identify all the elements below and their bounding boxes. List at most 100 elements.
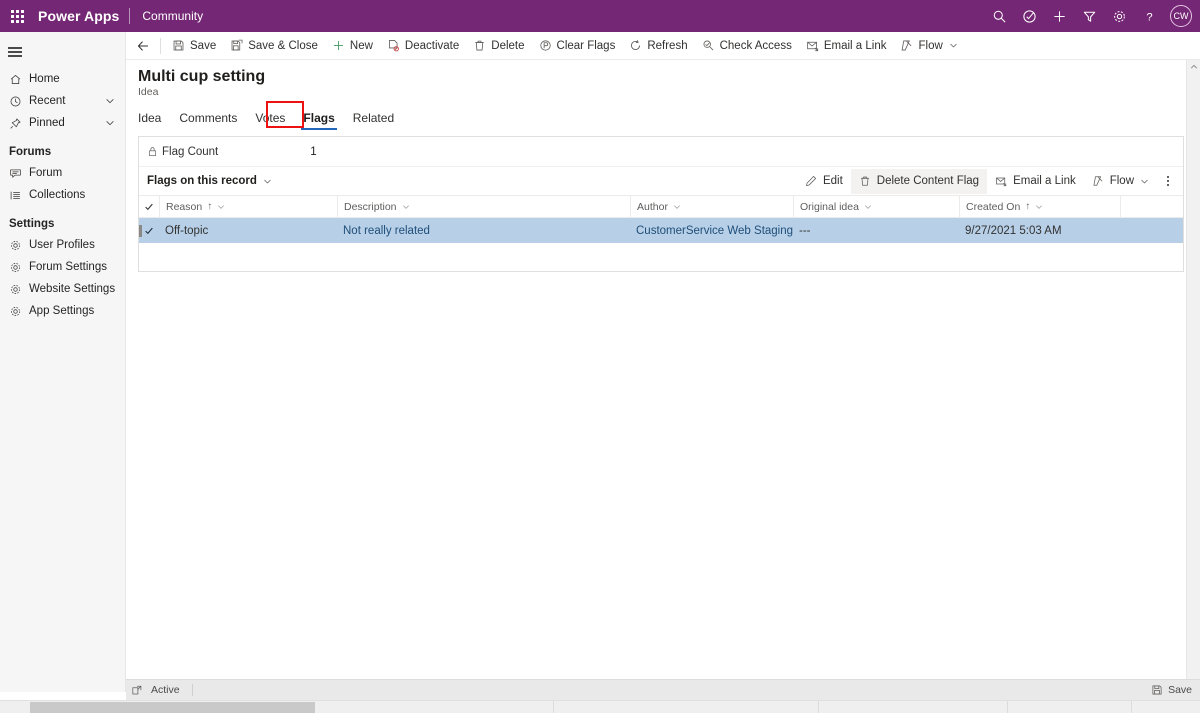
flow-button[interactable]: Flow [893, 33, 964, 59]
lock-icon [147, 146, 158, 157]
more-commands-icon[interactable] [1157, 169, 1179, 194]
chevron-down-icon[interactable] [263, 177, 272, 186]
tab-related[interactable]: Related [344, 106, 403, 130]
cell-description-link[interactable]: Not really related [343, 225, 430, 237]
column-label: Created On [966, 200, 1021, 213]
deactivate-icon [387, 39, 400, 52]
check-circle-icon[interactable] [1014, 0, 1044, 32]
refresh-icon [629, 39, 642, 52]
sidebar-item-pinned[interactable]: Pinned [0, 112, 125, 134]
scrollbar-tick [818, 701, 819, 713]
command-label: Refresh [647, 39, 688, 52]
new-button[interactable]: New [325, 33, 380, 59]
save-close-icon [230, 39, 243, 52]
chevron-down-icon[interactable] [864, 203, 872, 211]
cell-description[interactable]: Not really related [337, 218, 630, 243]
email-link-icon [995, 175, 1007, 187]
deactivate-button[interactable]: Deactivate [380, 33, 466, 59]
save-button[interactable]: Save [165, 33, 223, 59]
column-header-created-on[interactable]: Created On ↑ [959, 195, 1120, 218]
edit-button[interactable]: Edit [797, 169, 851, 194]
check-access-button[interactable]: Check Access [695, 33, 799, 59]
status-save-label: Save [1168, 684, 1192, 696]
refresh-button[interactable]: Refresh [622, 33, 694, 59]
sort-ascending-icon: ↑ [207, 201, 213, 212]
plus-icon[interactable] [1044, 0, 1074, 32]
clear-flags-icon [539, 39, 552, 52]
select-all-checkbox[interactable] [139, 202, 159, 212]
action-label: Flow [1109, 175, 1134, 187]
chevron-down-icon[interactable] [217, 203, 225, 211]
sidebar-item-forum[interactable]: Forum [0, 162, 125, 184]
flow-button[interactable]: Flow [1084, 169, 1157, 194]
command-label: Save [190, 39, 217, 52]
column-header-description[interactable]: Description [337, 195, 630, 218]
app-launcher-button[interactable] [0, 0, 34, 32]
sidebar-item-label: Pinned [29, 117, 65, 129]
chevron-down-icon[interactable] [673, 203, 681, 211]
status-save-button[interactable]: Save [1151, 684, 1200, 696]
row-checkbox[interactable] [139, 224, 159, 237]
collections-icon [9, 189, 27, 202]
tab-flags[interactable]: Flags [294, 106, 343, 130]
search-icon[interactable] [984, 0, 1014, 32]
chevron-down-icon[interactable] [402, 203, 410, 211]
chevron-down-icon[interactable] [1035, 203, 1043, 211]
column-header-author[interactable]: Author [630, 195, 793, 218]
sidebar-item-app-settings[interactable]: App Settings [0, 300, 125, 322]
open-in-new-icon[interactable] [126, 684, 151, 696]
email-a-link-button[interactable]: Email a Link [799, 33, 894, 59]
chevron-down-icon[interactable] [105, 96, 115, 106]
environment-name[interactable]: Community [130, 9, 203, 23]
email-a-link-button[interactable]: Email a Link [987, 169, 1084, 194]
tab-votes[interactable]: Votes [246, 106, 294, 130]
sidebar-item-website-settings[interactable]: Website Settings [0, 278, 125, 300]
chevron-down-icon[interactable] [949, 41, 958, 50]
scroll-up-icon[interactable] [1187, 60, 1200, 73]
scrollbar-tick [1131, 701, 1132, 713]
sidebar-item-label: Collections [29, 189, 86, 201]
tab-idea[interactable]: Idea [138, 106, 170, 130]
sidebar-item-home[interactable]: Home [0, 68, 125, 90]
cell-author-link[interactable]: CustomerService Web Staging [636, 225, 793, 237]
sidebar-item-recent[interactable]: Recent [0, 90, 125, 112]
action-label: Delete Content Flag [876, 175, 980, 187]
command-label: Check Access [719, 39, 792, 52]
save-and-close-button[interactable]: Save & Close [223, 33, 325, 59]
gear-icon [9, 283, 27, 296]
horizontal-scrollbar[interactable] [0, 700, 1200, 713]
flag-count-field: Flag Count 1 [139, 137, 1183, 167]
help-icon[interactable]: ? [1134, 0, 1164, 32]
hamburger-menu-icon[interactable] [0, 36, 125, 68]
brand-title[interactable]: Power Apps [34, 8, 129, 24]
vertical-scrollbar[interactable] [1186, 60, 1200, 692]
clock-icon [9, 95, 27, 108]
clear-flags-button[interactable]: Clear Flags [532, 33, 623, 59]
chevron-down-icon[interactable] [105, 118, 115, 128]
avatar[interactable]: CW [1170, 5, 1192, 27]
status-bar: Active Save [126, 679, 1200, 700]
sidebar-item-collections[interactable]: Collections [0, 184, 125, 206]
gear-icon [9, 261, 27, 274]
delete-content-flag-button[interactable]: Delete Content Flag [850, 168, 988, 194]
delete-button[interactable]: Delete [466, 33, 531, 59]
sidebar-item-label: Recent [29, 95, 66, 107]
column-header-original-idea[interactable]: Original idea [793, 195, 959, 218]
back-button[interactable] [130, 33, 156, 59]
gear-icon[interactable] [1104, 0, 1134, 32]
sidebar-item-user-profiles[interactable]: User Profiles [0, 234, 125, 256]
sidebar-item-forum-settings[interactable]: Forum Settings [0, 256, 125, 278]
flags-grid: Reason ↑ Description Author Original ide… [139, 195, 1183, 243]
chevron-down-icon[interactable] [1140, 177, 1149, 186]
table-row[interactable]: Off-topic Not really related CustomerSer… [139, 218, 1183, 243]
horizontal-scrollbar-thumb[interactable] [30, 702, 315, 713]
cell-author[interactable]: CustomerService Web Staging [630, 218, 793, 243]
command-label: Flow [918, 39, 943, 52]
column-header-reason[interactable]: Reason ↑ [159, 195, 337, 218]
home-icon [9, 73, 27, 86]
subgrid-view-selector[interactable]: Flags on this record [139, 175, 272, 187]
tab-comments[interactable]: Comments [170, 106, 246, 130]
cell-reason: Off-topic [165, 224, 209, 237]
filter-icon[interactable] [1074, 0, 1104, 32]
tab-label: Related [352, 111, 395, 125]
